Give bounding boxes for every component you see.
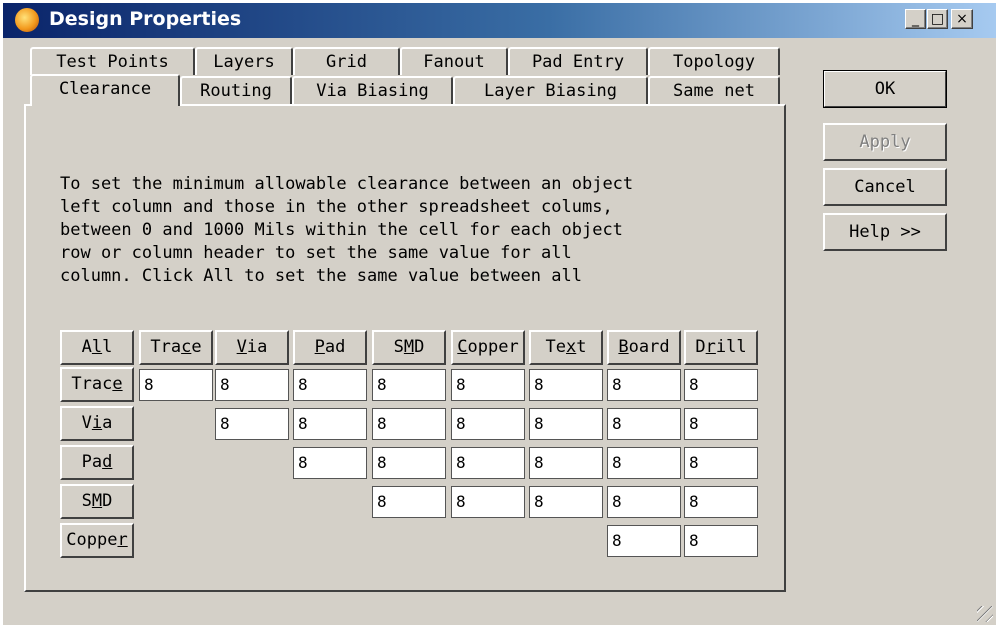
row-header-pad[interactable]: Pad <box>60 445 134 480</box>
row-header-smd[interactable]: SMD <box>60 484 134 519</box>
clearance-cell[interactable]: 8 <box>293 447 367 479</box>
column-header-trace[interactable]: Trace <box>139 330 213 365</box>
maximize-icon[interactable]: □ <box>927 9 948 29</box>
column-header-via[interactable]: Via <box>215 330 289 365</box>
clearance-cell[interactable]: 8 <box>529 369 603 401</box>
clearance-cell[interactable]: 8 <box>372 369 446 401</box>
clearance-cell[interactable]: 8 <box>372 447 446 479</box>
tab-clearance[interactable]: Clearance <box>30 74 180 106</box>
app-icon <box>15 8 39 32</box>
clearance-cell[interactable]: 8 <box>684 369 758 401</box>
tab-same-net[interactable]: Same net <box>648 76 780 104</box>
instruction-line: row or column header to set the same val… <box>60 243 572 263</box>
column-header-smd[interactable]: SMD <box>372 330 446 365</box>
tab-topology[interactable]: Topology <box>648 47 780 75</box>
clearance-cell[interactable]: 8 <box>451 486 525 518</box>
tab-fanout[interactable]: Fanout <box>400 47 508 75</box>
clearance-instructions: To set the minimum allowable clearance b… <box>60 173 770 288</box>
close-icon[interactable]: × <box>951 9 973 29</box>
clearance-cell[interactable]: 8 <box>684 447 758 479</box>
clearance-cell[interactable]: 8 <box>372 486 446 518</box>
clearance-cell[interactable]: 8 <box>607 369 681 401</box>
design-properties-dialog: Design Properties _ □ × Test Points Layer… <box>3 3 996 625</box>
clearance-cell[interactable]: 8 <box>451 447 525 479</box>
clearance-cell[interactable]: 8 <box>293 408 367 440</box>
clearance-cell[interactable]: 8 <box>451 408 525 440</box>
window-title: Design Properties <box>49 8 242 30</box>
tab-grid[interactable]: Grid <box>293 47 400 75</box>
tab-pad-entry[interactable]: Pad Entry <box>508 47 648 75</box>
column-header-drill[interactable]: Drill <box>684 330 758 365</box>
row-header-trace[interactable]: Trace <box>60 367 134 402</box>
ok-button[interactable]: OK <box>823 70 947 108</box>
clearance-cell[interactable]: 8 <box>529 408 603 440</box>
clearance-cell[interactable]: 8 <box>529 486 603 518</box>
tab-routing[interactable]: Routing <box>180 76 292 104</box>
resize-grip-icon[interactable] <box>977 606 993 622</box>
instruction-line: To set the minimum allowable clearance b… <box>60 174 634 194</box>
instruction-line: left column and those in the other sprea… <box>60 197 613 217</box>
clearance-cell[interactable]: 8 <box>607 408 681 440</box>
clearance-cell[interactable]: 8 <box>215 408 289 440</box>
clearance-cell[interactable]: 8 <box>529 447 603 479</box>
clearance-cell[interactable]: 8 <box>607 447 681 479</box>
row-header-via[interactable]: Via <box>60 406 134 441</box>
cancel-button[interactable]: Cancel <box>823 168 947 206</box>
clearance-cell[interactable]: 8 <box>293 369 367 401</box>
tab-layers[interactable]: Layers <box>195 47 293 75</box>
clearance-cell[interactable]: 8 <box>215 369 289 401</box>
column-header-copper[interactable]: Copper <box>451 330 525 365</box>
clearance-cell[interactable]: 8 <box>684 408 758 440</box>
instruction-line: between 0 and 1000 Mils within the cell … <box>60 220 623 240</box>
clearance-cell[interactable]: 8 <box>684 486 758 518</box>
column-header-board[interactable]: Board <box>607 330 681 365</box>
instruction-line: column. Click All to set the same value … <box>60 266 582 286</box>
title-bar[interactable]: Design Properties _ □ × <box>3 3 996 38</box>
clearance-cell[interactable]: 8 <box>607 486 681 518</box>
column-header-pad[interactable]: Pad <box>293 330 367 365</box>
tab-via-biasing[interactable]: Via Biasing <box>292 76 453 104</box>
tab-layer-biasing[interactable]: Layer Biasing <box>453 76 648 104</box>
clearance-cell[interactable]: 8 <box>684 525 758 557</box>
clearance-cell[interactable]: 8 <box>372 408 446 440</box>
clearance-cell[interactable]: 8 <box>451 369 525 401</box>
clearance-cell[interactable]: 8 <box>139 369 213 401</box>
row-header-copper[interactable]: Copper <box>60 523 134 558</box>
all-header-button[interactable]: All <box>60 330 134 365</box>
help-button[interactable]: Help >> <box>823 213 947 251</box>
apply-button[interactable]: Apply <box>823 123 947 161</box>
minimize-icon[interactable]: _ <box>905 9 926 29</box>
clearance-cell[interactable]: 8 <box>607 525 681 557</box>
column-header-text[interactable]: Text <box>529 330 603 365</box>
tab-test-points[interactable]: Test Points <box>30 47 195 75</box>
